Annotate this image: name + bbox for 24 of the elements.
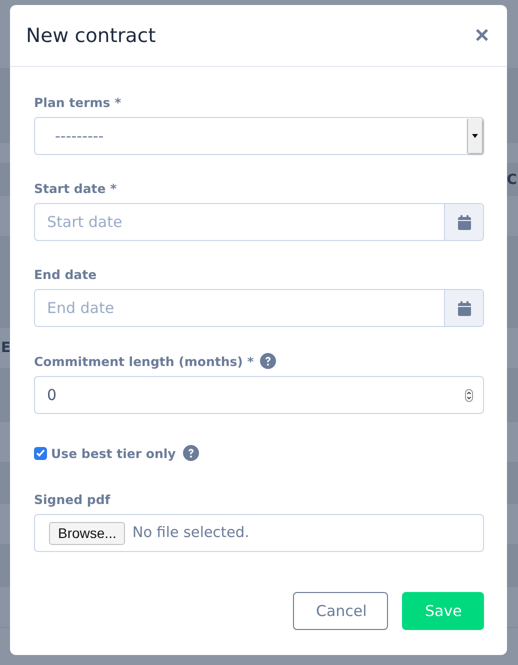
background-text: C xyxy=(506,172,517,188)
checkbox[interactable] xyxy=(34,446,47,460)
file-status: No file selected. xyxy=(132,525,250,541)
file-input[interactable]: Browse... No file selected. xyxy=(34,514,484,552)
field-label: Signed pdf xyxy=(34,492,110,507)
field-label: End date xyxy=(34,267,97,282)
modal-title: New contract xyxy=(26,24,156,47)
help-icon[interactable] xyxy=(182,445,199,461)
plan-select[interactable]: --------- xyxy=(34,117,484,155)
calendar-icon xyxy=(458,300,470,316)
cancel-button[interactable]: Cancel xyxy=(293,592,388,630)
help-icon[interactable] xyxy=(260,353,276,369)
browse-button[interactable]: Browse... xyxy=(49,522,126,544)
calendar-button[interactable] xyxy=(444,290,483,326)
calendar-button[interactable] xyxy=(444,204,483,240)
field-label: Commitment length (months) * xyxy=(34,354,254,368)
field-label: Start date * xyxy=(34,181,117,196)
checkbox-label: Use best tier only xyxy=(51,446,176,460)
spinner-icon[interactable] xyxy=(465,388,473,402)
caret-icon xyxy=(472,134,478,138)
field-label: Plan terms * xyxy=(34,95,122,110)
close-button[interactable]: × xyxy=(472,24,491,48)
calendar-icon xyxy=(458,214,470,230)
background-text: E xyxy=(1,340,11,356)
